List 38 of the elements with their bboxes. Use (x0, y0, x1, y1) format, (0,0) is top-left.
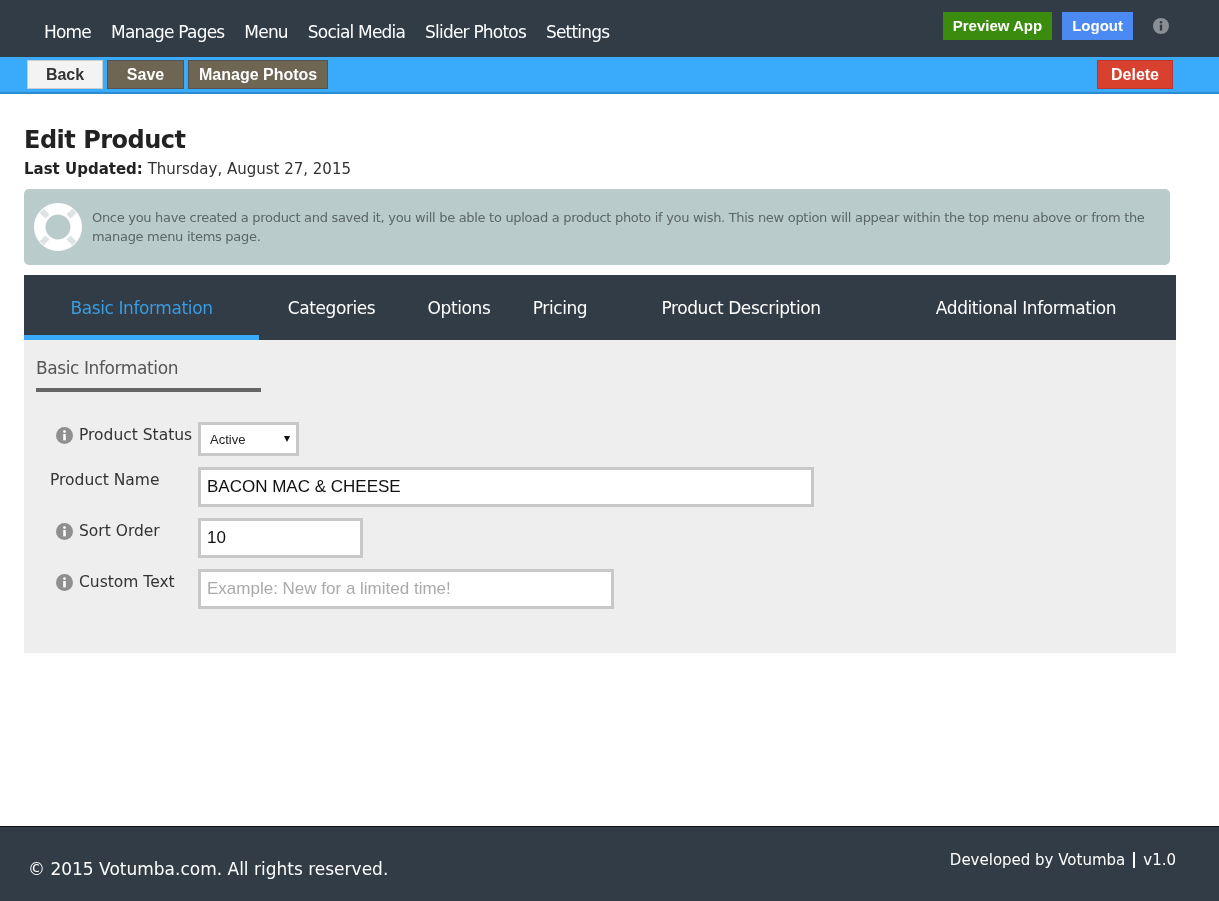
info-icon[interactable] (1153, 17, 1169, 34)
status-dropdown[interactable]: Active (198, 422, 299, 456)
field-label: Custom Text (79, 573, 175, 591)
last-updated-label: Last Updated: (24, 160, 143, 178)
toolbar-button[interactable]: Save (107, 60, 184, 89)
nav-link[interactable]: Slider Photos (425, 21, 526, 42)
lifebuoy-icon (34, 203, 82, 251)
nav-link[interactable]: Menu (244, 21, 288, 42)
input-field[interactable]: 10 (198, 518, 363, 558)
tab[interactable]: Additional Information (876, 275, 1176, 340)
nav-link[interactable]: Social Media (307, 21, 406, 42)
nav-button[interactable]: Preview App (942, 11, 1053, 40)
notice-text: Once you have created a product and saved it, you will be able to upload a product photo if you wish. This new option will appear within the top menu above or from the manage menu items page. (92, 209, 1146, 246)
input-field[interactable]: BACON MAC & CHEESE (198, 467, 814, 507)
tab[interactable]: Categories (259, 275, 404, 340)
caret-icon (284, 436, 290, 442)
input-field[interactable]: Example: New for a limited time! (198, 569, 614, 609)
tab[interactable]: Product Description (606, 275, 876, 340)
tab[interactable]: Pricing (514, 275, 606, 340)
info-icon[interactable] (56, 522, 73, 540)
version-text: v1.0 (1143, 851, 1176, 869)
tab[interactable]: Options (404, 275, 514, 340)
toolbar-button[interactable]: Back (27, 60, 103, 89)
copyright-text: © 2015 Votumba.com. All rights reserved. (28, 858, 389, 879)
delete-button[interactable]: Delete (1097, 60, 1173, 89)
field-label: Product Name (50, 471, 160, 489)
page-title: Edit Product (24, 126, 187, 154)
info-icon[interactable] (56, 573, 73, 591)
info-icon[interactable] (56, 426, 73, 444)
developer-credit: Developed by Votumba (949, 851, 1126, 869)
nav-link[interactable]: Home (44, 21, 91, 42)
nav-link[interactable]: Settings (545, 21, 610, 42)
nav-link[interactable]: Manage Pages (111, 21, 225, 42)
last-updated-date: Thursday, August 27, 2015 (147, 160, 351, 178)
section-heading: Basic Information (36, 358, 261, 392)
toolbar-button[interactable]: Manage Photos (188, 60, 329, 89)
field-label: Sort Order (79, 522, 160, 540)
field-label: Product Status (79, 426, 193, 444)
